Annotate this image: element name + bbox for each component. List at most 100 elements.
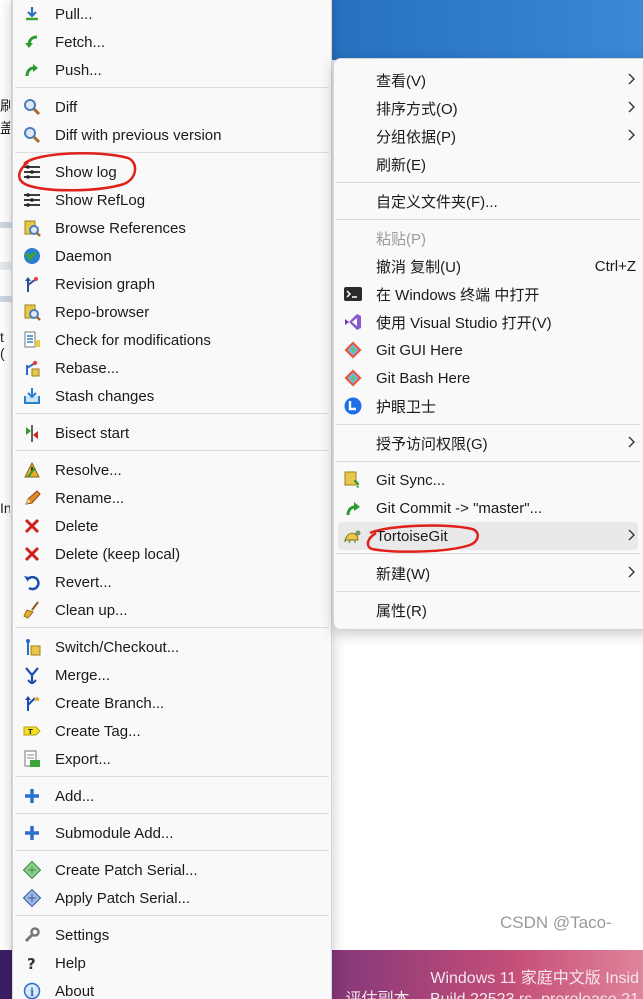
menu-item-create-patch-serial[interactable]: Create Patch Serial... bbox=[17, 856, 327, 884]
chevron-right-icon bbox=[628, 129, 635, 141]
menu-item-fetch[interactable]: Fetch... bbox=[17, 28, 327, 56]
menu-item-view[interactable]: 查看(V) bbox=[338, 66, 638, 94]
terminal-icon bbox=[344, 285, 362, 303]
menu-separator bbox=[336, 182, 640, 183]
menu-item-show-reflog[interactable]: Show RefLog bbox=[17, 186, 327, 214]
apply-patch-icon bbox=[23, 889, 41, 907]
git-commit-icon bbox=[344, 499, 362, 517]
menu-item-eye-guard[interactable]: 护眼卫士 bbox=[338, 392, 638, 420]
menu-item-label: 查看(V) bbox=[376, 72, 426, 90]
menu-item-label: Diff bbox=[55, 98, 78, 116]
menu-separator bbox=[336, 424, 640, 425]
menu-item-browse-references[interactable]: Browse References bbox=[17, 214, 327, 242]
menu-item-label: Check for modifications bbox=[55, 331, 211, 349]
menu-item-stash[interactable]: Stash changes bbox=[17, 382, 327, 410]
menu-item-label: Create Tag... bbox=[55, 722, 141, 740]
menu-item-create-branch[interactable]: Create Branch... bbox=[17, 689, 327, 717]
menu-item-open-visual-studio[interactable]: 使用 Visual Studio 打开(V) bbox=[338, 308, 638, 336]
fetch-icon bbox=[23, 33, 41, 51]
menu-item-add[interactable]: Add... bbox=[17, 782, 327, 810]
menu-item-label: 新建(W) bbox=[376, 565, 431, 583]
menu-item-delete-keep-local[interactable]: Delete (keep local) bbox=[17, 540, 327, 568]
daemon-globe-icon bbox=[23, 247, 41, 265]
menu-item-properties[interactable]: 属性(R) bbox=[338, 596, 638, 624]
menu-separator bbox=[336, 591, 640, 592]
menu-separator bbox=[15, 87, 329, 88]
menu-item-label: 撤消 复制(U) bbox=[376, 258, 461, 276]
menu-item-label: 自定义文件夹(F)... bbox=[376, 193, 498, 211]
push-icon bbox=[23, 61, 41, 79]
menu-item-git-gui-here[interactable]: Git GUI Here bbox=[338, 336, 638, 364]
browse-references-icon bbox=[23, 219, 41, 237]
cleanup-broom-icon bbox=[23, 601, 41, 619]
menu-item-grant-access[interactable]: 授予访问权限(G) bbox=[338, 429, 638, 457]
menu-item-git-commit[interactable]: Git Commit -> "master"... bbox=[338, 494, 638, 522]
menu-item-help[interactable]: ? Help bbox=[17, 949, 327, 977]
menu-item-revision-graph[interactable]: Revision graph bbox=[17, 270, 327, 298]
menu-item-diff[interactable]: Diff bbox=[17, 93, 327, 121]
menu-item-rename[interactable]: Rename... bbox=[17, 484, 327, 512]
windows-watermark-line2: 评估副本。 Build 22523.rs_prerelease.21 bbox=[346, 985, 639, 999]
background-text: In bbox=[0, 500, 10, 516]
menu-item-show-log[interactable]: Show log bbox=[17, 158, 327, 186]
chevron-right-icon bbox=[628, 436, 635, 448]
check-modifications-icon bbox=[23, 331, 41, 349]
submodule-add-plus-icon bbox=[23, 824, 41, 842]
menu-item-group-by[interactable]: 分组依据(P) bbox=[338, 122, 638, 150]
menu-item-customize-folder[interactable]: 自定义文件夹(F)... bbox=[338, 187, 638, 215]
menu-item-label: Switch/Checkout... bbox=[55, 638, 180, 656]
menu-item-submodule-add[interactable]: Submodule Add... bbox=[17, 819, 327, 847]
menu-item-label: Fetch... bbox=[55, 33, 106, 51]
menu-item-switch-checkout[interactable]: Switch/Checkout... bbox=[17, 633, 327, 661]
menu-item-clean-up[interactable]: Clean up... bbox=[17, 596, 327, 624]
menu-item-resolve[interactable]: Resolve... bbox=[17, 456, 327, 484]
menu-separator bbox=[15, 776, 329, 777]
menu-item-label: Resolve... bbox=[55, 461, 122, 479]
background-text: t ( bbox=[0, 329, 5, 361]
menu-item-sort-by[interactable]: 排序方式(O) bbox=[338, 94, 638, 122]
help-question-icon: ? bbox=[23, 954, 41, 972]
rebase-icon bbox=[23, 359, 41, 377]
menu-item-diff-previous[interactable]: Diff with previous version bbox=[17, 121, 327, 149]
menu-item-label: Revision graph bbox=[55, 275, 156, 293]
menu-item-pull[interactable]: Pull... bbox=[17, 0, 327, 28]
menu-item-new[interactable]: 新建(W) bbox=[338, 559, 638, 587]
menu-item-undo-copy[interactable]: 撤消 复制(U) Ctrl+Z bbox=[338, 252, 638, 280]
menu-item-merge[interactable]: Merge... bbox=[17, 661, 327, 689]
menu-item-label: Browse References bbox=[55, 219, 186, 237]
git-gui-icon bbox=[344, 341, 362, 359]
menu-item-open-in-terminal[interactable]: 在 Windows 终端 中打开 bbox=[338, 280, 638, 308]
show-log-icon bbox=[23, 163, 41, 181]
menu-item-push[interactable]: Push... bbox=[17, 56, 327, 84]
menu-item-bisect-start[interactable]: Bisect start bbox=[17, 419, 327, 447]
menu-item-repo-browser[interactable]: Repo-browser bbox=[17, 298, 327, 326]
menu-item-rebase[interactable]: Rebase... bbox=[17, 354, 327, 382]
background-band bbox=[0, 222, 12, 228]
visual-studio-icon bbox=[344, 313, 362, 331]
menu-separator bbox=[336, 553, 640, 554]
menu-item-label: TortoiseGit bbox=[376, 527, 448, 545]
menu-item-about[interactable]: i About bbox=[17, 977, 327, 999]
create-patch-icon bbox=[23, 861, 41, 879]
background-band bbox=[0, 296, 12, 302]
merge-icon bbox=[23, 666, 41, 684]
menu-item-export[interactable]: Export... bbox=[17, 745, 327, 773]
chevron-right-icon bbox=[628, 101, 635, 113]
menu-item-daemon[interactable]: Daemon bbox=[17, 242, 327, 270]
menu-item-apply-patch-serial[interactable]: Apply Patch Serial... bbox=[17, 884, 327, 912]
menu-item-git-bash-here[interactable]: Git Bash Here bbox=[338, 364, 638, 392]
menu-item-create-tag[interactable]: T Create Tag... bbox=[17, 717, 327, 745]
menu-item-delete[interactable]: Delete bbox=[17, 512, 327, 540]
menu-item-check-modifications[interactable]: Check for modifications bbox=[17, 326, 327, 354]
menu-item-tortoisegit[interactable]: TortoiseGit bbox=[338, 522, 638, 550]
menu-item-refresh[interactable]: 刷新(E) bbox=[338, 150, 638, 178]
menu-separator bbox=[15, 813, 329, 814]
menu-item-label: Delete bbox=[55, 517, 99, 535]
menu-item-label: Add... bbox=[55, 787, 95, 805]
delete-keep-local-x-icon bbox=[23, 545, 41, 563]
menu-item-revert[interactable]: Revert... bbox=[17, 568, 327, 596]
menu-item-label: 授予访问权限(G) bbox=[376, 435, 488, 453]
menu-item-settings[interactable]: Settings bbox=[17, 921, 327, 949]
menu-item-git-sync[interactable]: Git Sync... bbox=[338, 466, 638, 494]
menu-item-label: Create Patch Serial... bbox=[55, 861, 198, 879]
